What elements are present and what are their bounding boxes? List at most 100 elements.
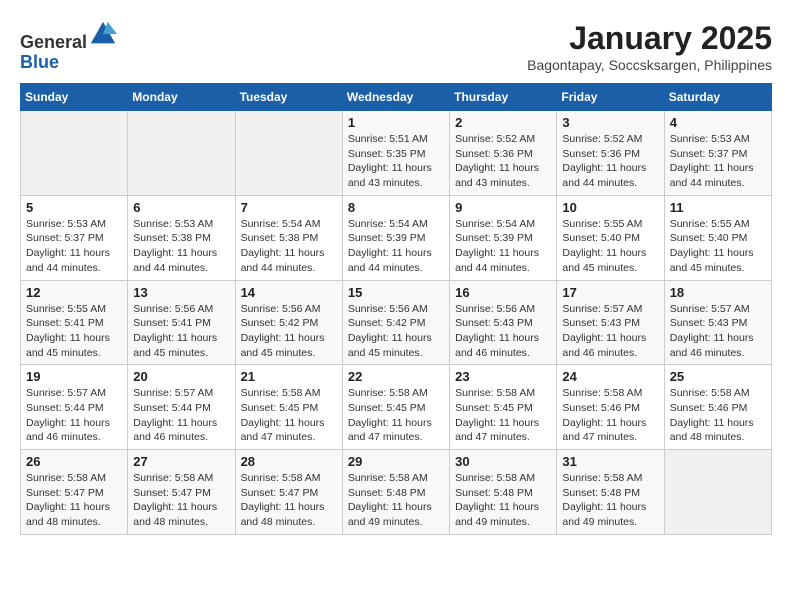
calendar-cell: 14 Sunrise: 5:56 AMSunset: 5:42 PMDayligh… bbox=[235, 280, 342, 365]
day-detail: Sunrise: 5:57 AMSunset: 5:43 PMDaylight:… bbox=[670, 302, 766, 361]
title-area: January 2025 Bagontapay, Soccsksargen, P… bbox=[527, 20, 772, 73]
calendar-cell: 21 Sunrise: 5:58 AMSunset: 5:45 PMDayligh… bbox=[235, 365, 342, 450]
calendar-cell: 20Sunrise: 5:57 AMSunset: 5:44 PMDayligh… bbox=[128, 365, 235, 450]
calendar-cell: 30Sunrise: 5:58 AMSunset: 5:48 PMDayligh… bbox=[450, 450, 557, 535]
day-detail: Sunrise: 5:58 AMSunset: 5:45 PMDaylight:… bbox=[455, 386, 551, 445]
day-detail: Sunrise: 5:58 AMSunset: 5:47 PMDaylight:… bbox=[26, 471, 122, 530]
weekday-header: Thursday bbox=[450, 84, 557, 111]
calendar-cell: 28Sunrise: 5:58 AMSunset: 5:47 PMDayligh… bbox=[235, 450, 342, 535]
day-number: 27 bbox=[133, 454, 229, 469]
day-number: 15 bbox=[348, 285, 444, 300]
calendar-cell: 23 Sunrise: 5:58 AMSunset: 5:45 PMDayligh… bbox=[450, 365, 557, 450]
calendar-cell: 5Sunrise: 5:53 AMSunset: 5:37 PMDaylight… bbox=[21, 195, 128, 280]
day-number: 6 bbox=[133, 200, 229, 215]
calendar-week-row: 12Sunrise: 5:55 AMSunset: 5:41 PMDayligh… bbox=[21, 280, 772, 365]
calendar-cell: 27 Sunrise: 5:58 AMSunset: 5:47 PMDayligh… bbox=[128, 450, 235, 535]
calendar-cell: 15 Sunrise: 5:56 AMSunset: 5:42 PMDayligh… bbox=[342, 280, 449, 365]
day-number: 25 bbox=[670, 369, 766, 384]
day-number: 7 bbox=[241, 200, 337, 215]
calendar-cell: 31 Sunrise: 5:58 AMSunset: 5:48 PMDayligh… bbox=[557, 450, 664, 535]
day-number: 16 bbox=[455, 285, 551, 300]
day-detail: Sunrise: 5:52 AMSunset: 5:36 PMDaylight:… bbox=[562, 132, 658, 191]
day-number: 19 bbox=[26, 369, 122, 384]
day-detail: Sunrise: 5:58 AMSunset: 5:48 PMDaylight:… bbox=[455, 471, 551, 530]
weekday-row: SundayMondayTuesdayWednesdayThursdayFrid… bbox=[21, 84, 772, 111]
calendar-cell: 22Sunrise: 5:58 AMSunset: 5:45 PMDayligh… bbox=[342, 365, 449, 450]
logo-blue: Blue bbox=[20, 52, 59, 72]
day-number: 26 bbox=[26, 454, 122, 469]
calendar-week-row: 5Sunrise: 5:53 AMSunset: 5:37 PMDaylight… bbox=[21, 195, 772, 280]
logo: General Blue bbox=[20, 20, 117, 73]
logo-icon bbox=[89, 20, 117, 48]
weekday-header: Wednesday bbox=[342, 84, 449, 111]
calendar-cell bbox=[21, 111, 128, 196]
page-header: General Blue January 2025 Bagontapay, So… bbox=[20, 20, 772, 73]
day-detail: Sunrise: 5:55 AMSunset: 5:40 PMDaylight:… bbox=[562, 217, 658, 276]
calendar-cell: 18 Sunrise: 5:57 AMSunset: 5:43 PMDayligh… bbox=[664, 280, 771, 365]
day-detail: Sunrise: 5:58 AMSunset: 5:46 PMDaylight:… bbox=[670, 386, 766, 445]
calendar-cell: 7 Sunrise: 5:54 AMSunset: 5:38 PMDaylight… bbox=[235, 195, 342, 280]
calendar-body: 1 Sunrise: 5:51 AMSunset: 5:35 PMDaylight… bbox=[21, 111, 772, 535]
day-detail: Sunrise: 5:56 AMSunset: 5:42 PMDaylight:… bbox=[241, 302, 337, 361]
day-number: 21 bbox=[241, 369, 337, 384]
day-detail: Sunrise: 5:58 AMSunset: 5:48 PMDaylight:… bbox=[562, 471, 658, 530]
day-detail: Sunrise: 5:58 AMSunset: 5:48 PMDaylight:… bbox=[348, 471, 444, 530]
day-number: 12 bbox=[26, 285, 122, 300]
day-detail: Sunrise: 5:51 AMSunset: 5:35 PMDaylight:… bbox=[348, 132, 444, 191]
day-number: 31 bbox=[562, 454, 658, 469]
day-number: 1 bbox=[348, 115, 444, 130]
day-number: 5 bbox=[26, 200, 122, 215]
weekday-header: Monday bbox=[128, 84, 235, 111]
calendar-cell bbox=[235, 111, 342, 196]
calendar-week-row: 26 Sunrise: 5:58 AMSunset: 5:47 PMDayligh… bbox=[21, 450, 772, 535]
day-detail: Sunrise: 5:58 AMSunset: 5:46 PMDaylight:… bbox=[562, 386, 658, 445]
calendar-cell: 11Sunrise: 5:55 AMSunset: 5:40 PMDayligh… bbox=[664, 195, 771, 280]
day-number: 23 bbox=[455, 369, 551, 384]
day-detail: Sunrise: 5:53 AMSunset: 5:37 PMDaylight:… bbox=[670, 132, 766, 191]
day-detail: Sunrise: 5:56 AMSunset: 5:42 PMDaylight:… bbox=[348, 302, 444, 361]
calendar-cell: 12Sunrise: 5:55 AMSunset: 5:41 PMDayligh… bbox=[21, 280, 128, 365]
calendar-week-row: 1 Sunrise: 5:51 AMSunset: 5:35 PMDaylight… bbox=[21, 111, 772, 196]
day-number: 29 bbox=[348, 454, 444, 469]
day-number: 17 bbox=[562, 285, 658, 300]
day-number: 10 bbox=[562, 200, 658, 215]
calendar-cell: 1 Sunrise: 5:51 AMSunset: 5:35 PMDaylight… bbox=[342, 111, 449, 196]
calendar-cell: 19 Sunrise: 5:57 AMSunset: 5:44 PMDayligh… bbox=[21, 365, 128, 450]
day-detail: Sunrise: 5:54 AMSunset: 5:38 PMDaylight:… bbox=[241, 217, 337, 276]
calendar-cell: 4 Sunrise: 5:53 AMSunset: 5:37 PMDaylight… bbox=[664, 111, 771, 196]
day-detail: Sunrise: 5:58 AMSunset: 5:47 PMDaylight:… bbox=[133, 471, 229, 530]
weekday-header: Sunday bbox=[21, 84, 128, 111]
day-detail: Sunrise: 5:56 AMSunset: 5:41 PMDaylight:… bbox=[133, 302, 229, 361]
calendar-cell: 17 Sunrise: 5:57 AMSunset: 5:43 PMDayligh… bbox=[557, 280, 664, 365]
day-detail: Sunrise: 5:58 AMSunset: 5:45 PMDaylight:… bbox=[241, 386, 337, 445]
day-detail: Sunrise: 5:57 AMSunset: 5:43 PMDaylight:… bbox=[562, 302, 658, 361]
day-detail: Sunrise: 5:55 AMSunset: 5:40 PMDaylight:… bbox=[670, 217, 766, 276]
calendar-cell: 13 Sunrise: 5:56 AMSunset: 5:41 PMDayligh… bbox=[128, 280, 235, 365]
calendar-cell: 10 Sunrise: 5:55 AMSunset: 5:40 PMDayligh… bbox=[557, 195, 664, 280]
day-number: 14 bbox=[241, 285, 337, 300]
calendar-cell: 8Sunrise: 5:54 AMSunset: 5:39 PMDaylight… bbox=[342, 195, 449, 280]
calendar-cell: 26 Sunrise: 5:58 AMSunset: 5:47 PMDayligh… bbox=[21, 450, 128, 535]
day-number: 18 bbox=[670, 285, 766, 300]
calendar-cell: 9Sunrise: 5:54 AMSunset: 5:39 PMDaylight… bbox=[450, 195, 557, 280]
calendar-cell: 24 Sunrise: 5:58 AMSunset: 5:46 PMDayligh… bbox=[557, 365, 664, 450]
day-detail: Sunrise: 5:56 AMSunset: 5:43 PMDaylight:… bbox=[455, 302, 551, 361]
day-number: 2 bbox=[455, 115, 551, 130]
weekday-header: Saturday bbox=[664, 84, 771, 111]
calendar-cell: 16 Sunrise: 5:56 AMSunset: 5:43 PMDayligh… bbox=[450, 280, 557, 365]
day-detail: Sunrise: 5:57 AMSunset: 5:44 PMDaylight:… bbox=[26, 386, 122, 445]
calendar-week-row: 19 Sunrise: 5:57 AMSunset: 5:44 PMDayligh… bbox=[21, 365, 772, 450]
day-detail: Sunrise: 5:52 AMSunset: 5:36 PMDaylight:… bbox=[455, 132, 551, 191]
day-detail: Sunrise: 5:54 AMSunset: 5:39 PMDaylight:… bbox=[455, 217, 551, 276]
calendar-cell bbox=[128, 111, 235, 196]
day-number: 3 bbox=[562, 115, 658, 130]
calendar-header: SundayMondayTuesdayWednesdayThursdayFrid… bbox=[21, 84, 772, 111]
location: Bagontapay, Soccsksargen, Philippines bbox=[527, 57, 772, 73]
weekday-header: Tuesday bbox=[235, 84, 342, 111]
day-number: 13 bbox=[133, 285, 229, 300]
day-detail: Sunrise: 5:53 AMSunset: 5:38 PMDaylight:… bbox=[133, 217, 229, 276]
calendar-cell: 3 Sunrise: 5:52 AMSunset: 5:36 PMDaylight… bbox=[557, 111, 664, 196]
day-detail: Sunrise: 5:58 AMSunset: 5:45 PMDaylight:… bbox=[348, 386, 444, 445]
day-number: 4 bbox=[670, 115, 766, 130]
day-number: 24 bbox=[562, 369, 658, 384]
